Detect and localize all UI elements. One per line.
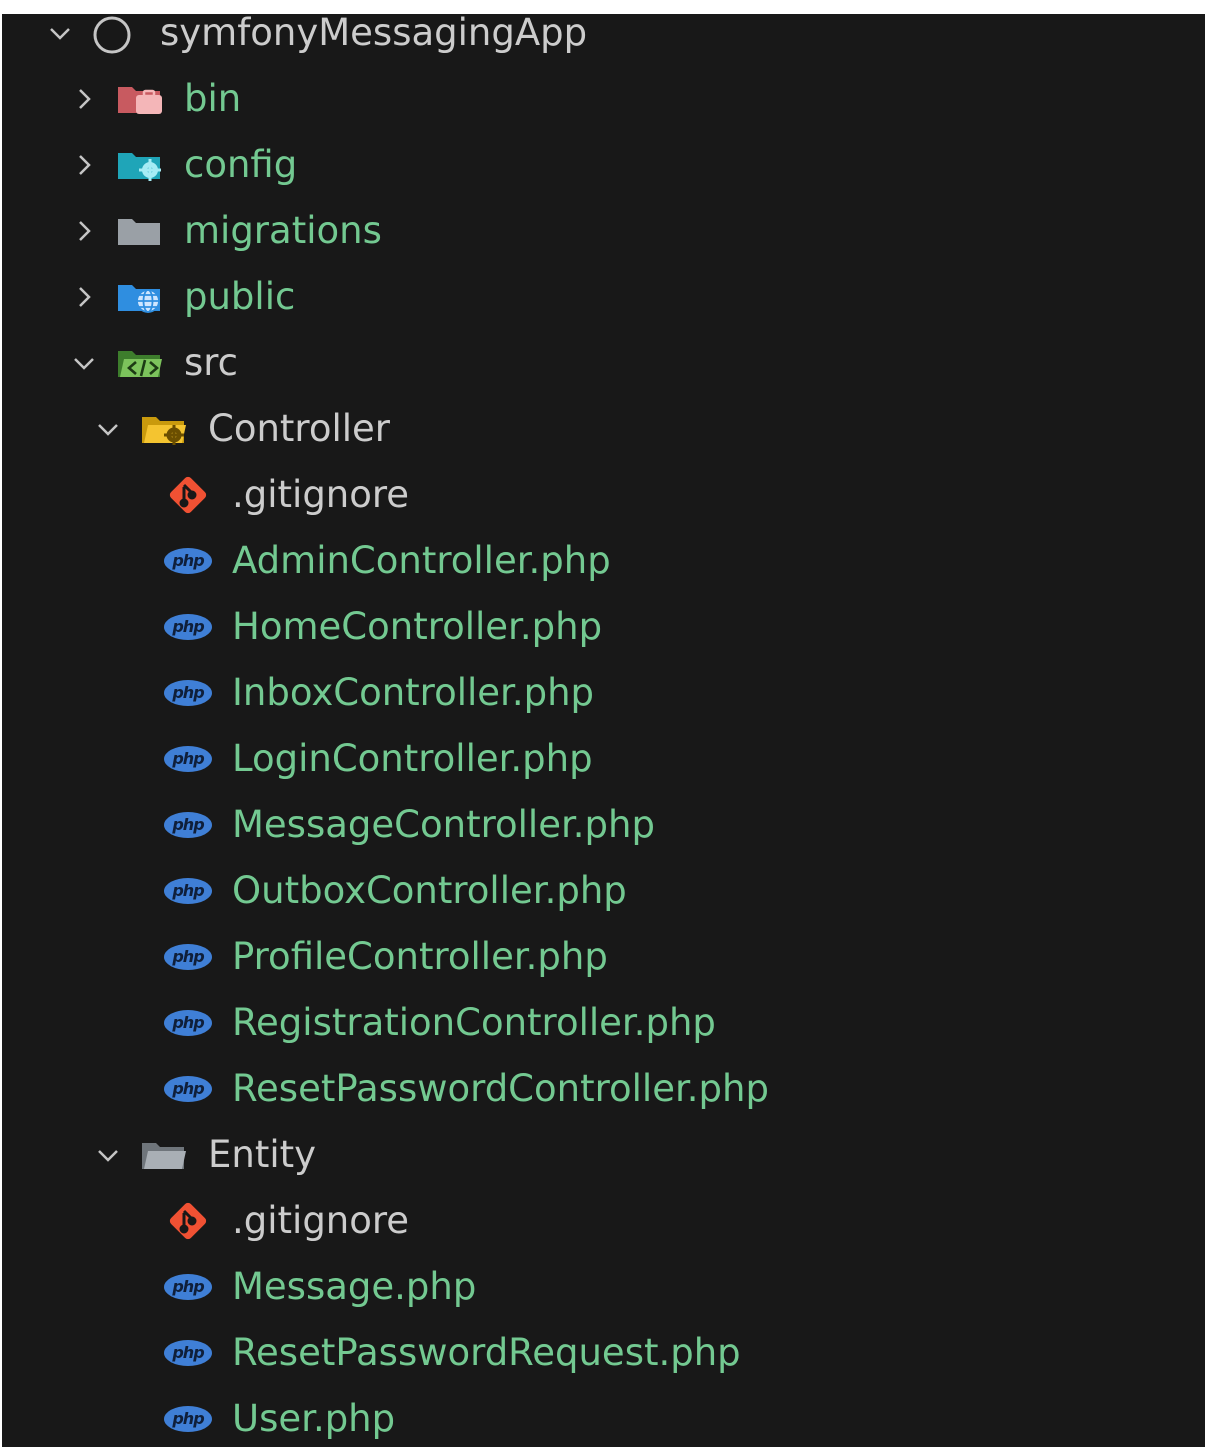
php-icon: php xyxy=(164,1007,212,1039)
chevron-right-icon[interactable] xyxy=(72,87,96,111)
tree-row-file[interactable]: php ResetPasswordController.php xyxy=(2,1056,1205,1122)
public-folder-icon xyxy=(116,281,164,313)
git-icon xyxy=(164,475,212,515)
php-icon: php xyxy=(164,743,212,775)
folder-label-config: config xyxy=(184,143,298,186)
php-icon: php xyxy=(164,1403,212,1435)
file-label: ResetPasswordController.php xyxy=(232,1067,769,1110)
git-icon xyxy=(164,1201,212,1241)
tree-row-file[interactable]: php ProfileController.php xyxy=(2,924,1205,990)
tree-row-file[interactable]: php OutboxController.php xyxy=(2,858,1205,924)
circle-icon xyxy=(92,15,132,55)
file-label: OutboxController.php xyxy=(232,869,627,912)
php-icon: php xyxy=(164,941,212,973)
config-folder-icon xyxy=(116,149,164,181)
tree-row-migrations[interactable]: migrations xyxy=(2,198,1205,264)
file-label: MessageController.php xyxy=(232,803,655,846)
tree-row-file[interactable]: .gitignore xyxy=(2,1188,1205,1254)
file-label: RegistrationController.php xyxy=(232,1001,716,1044)
tree-row-entity[interactable]: Entity xyxy=(2,1122,1205,1188)
php-icon: php xyxy=(164,875,212,907)
chevron-right-icon[interactable] xyxy=(72,219,96,243)
tree-row-src[interactable]: src xyxy=(2,330,1205,396)
tree-row-controller[interactable]: Controller xyxy=(2,396,1205,462)
folder-label-controller: Controller xyxy=(208,407,391,450)
chevron-down-icon[interactable] xyxy=(72,351,96,375)
tree-row-file[interactable]: php AdminController.php xyxy=(2,528,1205,594)
file-label: .gitignore xyxy=(232,473,410,516)
tree-row-file[interactable]: php ResetPasswordRequest.php xyxy=(2,1320,1205,1386)
root-folder-label: symfonyMessagingApp xyxy=(160,14,588,54)
file-label: LoginController.php xyxy=(232,737,593,780)
file-label: InboxController.php xyxy=(232,671,595,714)
php-icon: php xyxy=(164,611,212,643)
open-folder-icon xyxy=(140,1139,188,1171)
file-label: ProfileController.php xyxy=(232,935,608,978)
tree-row-file[interactable]: .gitignore xyxy=(2,462,1205,528)
folder-label-src: src xyxy=(184,341,239,384)
chevron-down-icon[interactable] xyxy=(96,417,120,441)
chevron-down-icon[interactable] xyxy=(48,21,72,45)
php-icon: php xyxy=(164,1073,212,1105)
chevron-right-icon[interactable] xyxy=(72,153,96,177)
chevron-down-icon[interactable] xyxy=(96,1143,120,1167)
file-label: ResetPasswordRequest.php xyxy=(232,1331,741,1374)
php-icon: php xyxy=(164,1271,212,1303)
file-label: User.php xyxy=(232,1397,396,1440)
tree-row-file[interactable]: php HomeController.php xyxy=(2,594,1205,660)
folder-icon xyxy=(116,215,164,247)
php-icon: php xyxy=(164,1337,212,1369)
tree-row-root[interactable]: symfonyMessagingApp xyxy=(2,14,1205,66)
tree-row-public[interactable]: public xyxy=(2,264,1205,330)
tree-row-file[interactable]: php LoginController.php xyxy=(2,726,1205,792)
chevron-right-icon[interactable] xyxy=(72,285,96,309)
tree-row-file[interactable]: php MessageController.php xyxy=(2,792,1205,858)
file-label: HomeController.php xyxy=(232,605,603,648)
bin-folder-icon xyxy=(116,83,164,115)
controller-folder-icon xyxy=(140,413,188,445)
file-label: Message.php xyxy=(232,1265,477,1308)
tree-row-file[interactable]: php User.php xyxy=(2,1386,1205,1447)
file-label: AdminController.php xyxy=(232,539,611,582)
php-icon: php xyxy=(164,809,212,841)
tree-row-file[interactable]: php InboxController.php xyxy=(2,660,1205,726)
file-explorer-tree: symfonyMessagingApp bin config migration… xyxy=(2,14,1205,1447)
file-label: .gitignore xyxy=(232,1199,410,1242)
tree-row-file[interactable]: php RegistrationController.php xyxy=(2,990,1205,1056)
folder-label-entity: Entity xyxy=(208,1133,317,1176)
tree-row-config[interactable]: config xyxy=(2,132,1205,198)
php-icon: php xyxy=(164,677,212,709)
tree-row-file[interactable]: php Message.php xyxy=(2,1254,1205,1320)
src-folder-icon xyxy=(116,347,164,379)
folder-label-migrations: migrations xyxy=(184,209,382,252)
php-icon: php xyxy=(164,545,212,577)
folder-label-public: public xyxy=(184,275,296,318)
tree-row-bin[interactable]: bin xyxy=(2,66,1205,132)
folder-label-bin: bin xyxy=(184,77,242,120)
